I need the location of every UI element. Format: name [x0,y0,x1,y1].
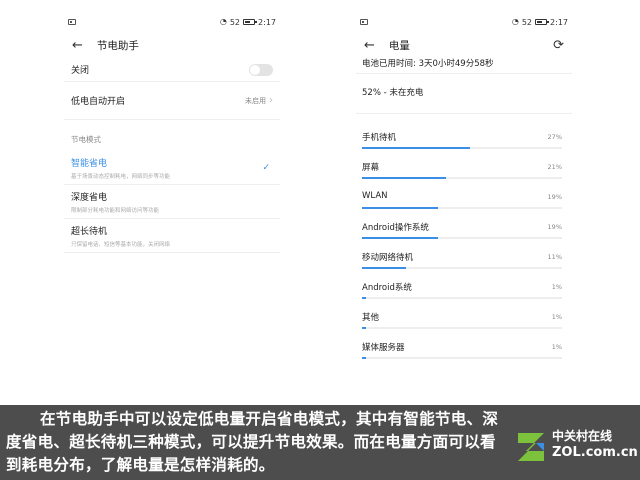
usage-track [362,237,562,239]
battery-icon [243,19,258,25]
title-bar: ← 电量 ⟳ [356,32,572,58]
power-saver-screen: ◔ 52 2:17 ← 节电助手 关闭 低电自动开启 未启用 › 节电模式 智能… [64,12,280,398]
mode-description: 基于场景动态控制耗电，网络同步等功能 [71,174,171,180]
auto-value: 未启用 [245,96,266,105]
usage-name: WLAN [362,191,388,201]
mode-title: 深度省电 [71,193,108,203]
notification-icon [68,19,76,25]
usage-bar [362,267,406,269]
usage-percent: 11% [547,253,562,261]
battery-usage-list: 手机待机 27% 屏幕 21% WLAN 19% Android操作系统 19% 移动网络待机 1… [356,114,572,368]
auto-label: 低电自动开启 [71,97,126,107]
title-bar: ← 节电助手 [64,32,280,58]
usage-track [362,327,562,329]
zol-logo-mark-icon [518,433,544,461]
usage-percent: 1% [551,283,562,291]
usage-name: 其他 [362,313,380,323]
status-bar: ◔ 52 2:17 [356,12,572,32]
logo-domain: ZOL.com.cn [552,445,638,460]
usage-bar [362,177,446,179]
auto-value-group: 未启用 › [245,94,273,106]
usage-track [362,267,562,269]
usage-name: Android操作系统 [362,223,429,233]
status-time: 2:17 [550,17,568,27]
mode-smart-saving[interactable]: 智能省电 基于场景动态控制耗电，网络同步等功能 ✓ [64,151,280,185]
wifi-icon: ◔ [219,17,227,26]
refresh-icon[interactable]: ⟳ [553,39,564,52]
usage-item[interactable]: 媒体服务器 1% [362,338,566,368]
usage-name: 手机待机 [362,133,397,143]
usage-bar [362,147,470,149]
back-arrow-icon[interactable]: ← [72,39,83,52]
battery-icon [535,19,550,25]
usage-name: 屏幕 [362,163,380,173]
section-label-modes: 节电模式 [71,135,101,144]
usage-bar [362,327,366,329]
signal-level: 52 [521,17,533,27]
usage-item[interactable]: Android操作系统 19% [362,218,566,248]
zol-logo: 中关村在线 ZOL.com.cn [510,411,640,477]
usage-bar [362,357,366,359]
usage-track [362,357,562,359]
usage-item[interactable]: WLAN 19% [362,188,566,218]
low-battery-auto-row[interactable]: 低电自动开启 未启用 › [64,82,280,120]
mode-title: 智能省电 [71,159,108,169]
signal-level: 52 [229,17,241,27]
power-saver-switch[interactable] [249,63,273,76]
usage-item[interactable]: 移动网络待机 11% [362,248,566,278]
status-time: 2:17 [258,17,276,27]
usage-bar [362,297,366,299]
usage-bar [362,237,438,239]
status-bar: ◔ 52 2:17 [64,12,280,32]
usage-item[interactable]: 其他 1% [362,308,566,338]
logo-name: 中关村在线 [552,429,613,443]
check-icon: ✓ [262,163,270,173]
usage-track [362,177,562,179]
usage-percent: 27% [547,133,562,141]
usage-track [362,207,562,209]
usage-item[interactable]: 手机待机 27% [362,128,566,158]
power-saver-toggle-row[interactable]: 关闭 [64,58,280,82]
usage-percent: 19% [547,223,562,231]
battery-screen: ◔ 52 2:17 ← 电量 ⟳ 电池已用时间: 3天0小时49分58秒 52%… [356,12,572,398]
caption-text: 在节电助手中可以设定低电量开启省电模式，其中有智能节电、深度省电、超长待机三种模… [6,410,499,474]
battery-status: 52% - 未在充电 [356,74,572,114]
mode-deep-saving[interactable]: 深度省电 限制部分耗电功能和网络访问等功能 [64,185,280,219]
usage-item[interactable]: 屏幕 21% [362,158,566,188]
page-title: 电量 [388,39,410,52]
page-title: 节电助手 [96,39,139,52]
mode-description: 只保留电话、短信等基本功能，关闭网络 [71,242,171,248]
caption-banner: 在节电助手中可以设定低电量开启省电模式，其中有智能节电、深度省电、超长待机三种模… [0,405,640,480]
usage-percent: 19% [547,193,562,201]
usage-item[interactable]: Android系统 1% [362,278,566,308]
toggle-label: 关闭 [71,66,90,76]
usage-track [362,147,562,149]
mode-description: 限制部分耗电功能和网络访问等功能 [71,208,160,214]
mode-title: 超长待机 [71,227,108,237]
usage-percent: 1% [551,343,562,351]
chevron-right-icon: › [269,94,273,106]
usage-name: 移动网络待机 [362,253,414,263]
usage-track [362,297,562,299]
usage-bar [362,207,438,209]
usage-percent: 1% [551,313,562,321]
usage-percent: 21% [547,163,562,171]
wifi-icon: ◔ [511,17,519,26]
back-arrow-icon[interactable]: ← [364,39,375,52]
battery-used-time: 电池已用时间: 3天0小时49分58秒 [356,58,572,74]
usage-name: 媒体服务器 [362,343,405,353]
switch-knob [250,64,260,75]
mode-ultra-standby[interactable]: 超长待机 只保留电话、短信等基本功能，关闭网络 [64,219,280,253]
usage-name: Android系统 [362,283,412,293]
notification-icon [360,19,368,25]
